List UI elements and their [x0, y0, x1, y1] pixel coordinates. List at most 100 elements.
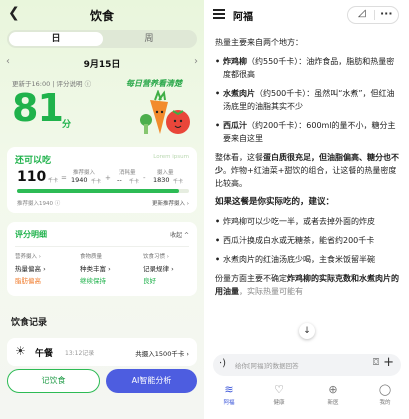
chat-input-bar[interactable]: ⋅) 给你[阿福]的数据回答 ⌼ +: [213, 354, 401, 376]
page-title: 饮食: [89, 9, 114, 23]
user-icon: ◯: [378, 383, 392, 396]
sun-icon: ☀: [15, 344, 26, 358]
chevron-right-icon[interactable]: ›: [194, 56, 198, 67]
recommended-value: 1940: [71, 176, 88, 184]
calorie-source-list: 炸鸡柳（约550千卡）：油炸食品，脂肪和热量密度都很高 水煮肉片（约500千卡）…: [215, 55, 401, 145]
section-title: 饮食记录: [11, 318, 48, 328]
chat-input-placeholder[interactable]: 给你[阿福]的数据回答: [235, 360, 299, 370]
column-status: 继续保持: [80, 277, 106, 285]
column-head: 营养摄入 ›: [15, 254, 41, 260]
column-value: 热量偏高 ›: [15, 265, 46, 273]
diet-score: 81: [12, 86, 64, 130]
chat-header: 阿福 ◿ ···: [205, 0, 409, 30]
divider: [15, 246, 189, 247]
current-date[interactable]: 9月15日: [0, 57, 204, 70]
ai-analysis-button[interactable]: AI智能分析: [106, 369, 197, 393]
meal-kcal: 共摄入1500千卡 ›: [135, 350, 189, 358]
summary-text: 。炸物+红油菜+甜饮的组合，让这餐的热量密度比较高。: [215, 166, 397, 188]
card-tag: Lorem ipsum: [153, 154, 189, 160]
calorie-progress-fill: [17, 189, 179, 193]
tab-day[interactable]: 日: [9, 32, 103, 46]
meal-time: 13:12记录: [65, 350, 95, 357]
message-summary: 整体看，这餐蛋白质很充足，但油脂偏高、糖分也不少。炸物+红油菜+甜饮的组合，让这…: [215, 151, 401, 190]
item-name: 西瓜汁: [223, 121, 247, 130]
meal-record-item[interactable]: ☀ 午餐 13:12记录 共摄入1500千卡 ›: [7, 338, 197, 366]
record-diet-button[interactable]: 记饮食: [7, 369, 100, 393]
nutrition-banner: 每日营养看清楚: [126, 79, 182, 88]
score-detail-card: 评分明细 收起 ^ 营养摄入 › 热量偏高 › 脂肪偏高 食物质量 种类丰富 ›…: [7, 222, 197, 296]
list-item: 炸鸡柳（约550千卡）：油炸食品，脂肪和热量密度都很高: [215, 55, 401, 81]
divider: [374, 10, 375, 20]
header-actions: ◿ ···: [347, 6, 399, 24]
plus-sign: +: [105, 174, 111, 182]
recommended-info[interactable]: 推荐摄入1940 ⓘ: [17, 199, 60, 207]
advice-list: 炸鸡柳可以少吃一半，或者去掉外面的炸皮 西瓜汁换成白水或无糖茶，能省约200千卡…: [215, 215, 401, 266]
chat-panel: 阿福 ◿ ··· 热量主要来自两个地方： 炸鸡柳（约550千卡）：油炸食品，脂肪…: [205, 0, 409, 419]
kcal-unit: 千卡: [91, 179, 102, 185]
message-intro: 热量主要来自两个地方：: [215, 38, 303, 47]
detail-column-quality[interactable]: 食物质量 种类丰富 › 继续保持: [80, 252, 138, 285]
burned-value: --: [117, 176, 122, 184]
burned-label: 消耗量: [119, 170, 136, 176]
intake-value: 1830: [153, 176, 170, 184]
bottom-tab-bar: ≋ 阿福 ♡ 健康 ⊕ 新医 ◯ 我的: [205, 382, 409, 419]
list-item: 炸鸡柳可以少吃一半，或者去掉外面的炸皮: [215, 215, 401, 228]
detail-column-nutrition[interactable]: 营养摄入 › 热量偏高 › 脂肪偏高: [15, 252, 73, 285]
period-segment: 日 周: [7, 30, 197, 48]
column-head: 饮食习惯 ›: [143, 254, 169, 260]
more-icon[interactable]: ···: [380, 7, 393, 20]
afu-icon: ≋: [224, 383, 234, 396]
column-status: 良好: [143, 277, 156, 285]
tab-health[interactable]: ♡ 健康: [259, 382, 299, 406]
card-title: 评分明细: [15, 230, 47, 239]
list-item: 西瓜汁（约200千卡）：600ml的量不小，糖分主要来自这里: [215, 119, 401, 145]
assistant-message: 热量主要来自两个地方： 炸鸡柳（约550千卡）：油炸食品，脂肪和热量密度都很高 …: [215, 36, 401, 304]
message-footer: 份量方面主要不确定炸鸡柳的实际克数和水煮肉片的用油量，实际热量可能有: [215, 272, 401, 298]
tab-label: 健康: [273, 400, 285, 406]
plus-icon[interactable]: +: [383, 355, 394, 370]
menu-icon[interactable]: [213, 9, 225, 19]
collapse-button[interactable]: 收起 ^: [170, 230, 189, 239]
kcal-unit: 千卡: [129, 179, 140, 185]
list-item: 水煮肉片的红油汤底少喝，主食米饭留半碗: [215, 253, 401, 266]
item-desc: （约200千卡）：600ml的量不小，糖分主要来自这里: [223, 121, 396, 143]
tab-afu[interactable]: ≋ 阿福: [209, 382, 249, 406]
heart-icon: ♡: [274, 383, 284, 396]
minus-sign: -: [143, 174, 146, 182]
kcal-unit: 千卡: [173, 179, 184, 185]
plus-circle-icon: ⊕: [328, 383, 338, 396]
vegetable-mascot-icon: [140, 90, 190, 134]
advice-title: 如果这餐是你实际吃的，建议：: [215, 197, 335, 207]
tab-mine[interactable]: ◯ 我的: [365, 382, 405, 406]
tab-label: 阿福: [223, 400, 235, 406]
tab-new-medical[interactable]: ⊕ 新医: [313, 382, 353, 406]
diet-header: ❮ 饮食: [0, 0, 204, 28]
equals-sign: =: [61, 174, 67, 182]
voice-wave-icon[interactable]: ⋅): [219, 358, 226, 369]
calorie-remaining-card: 还可以吃 Lorem ipsum 110 千卡 = 推荐摄入 1940 千卡 +…: [7, 147, 197, 213]
footer-text: ，实际热量可能有: [239, 287, 303, 296]
summary-text: 整体看，这餐: [215, 153, 263, 162]
kcal-unit: 千卡: [48, 178, 59, 184]
minimize-icon[interactable]: ◿: [358, 8, 366, 19]
column-status: 脂肪偏高: [15, 277, 41, 285]
item-desc: （约550千卡）：油炸食品，脂肪和热量密度都很高: [223, 57, 395, 79]
detail-column-habit[interactable]: 饮食习惯 › 记录规律 › 良好: [143, 252, 201, 285]
footer-text: 份量方面主要不确定: [215, 274, 287, 283]
card-title: 还可以吃: [15, 156, 52, 166]
tab-week[interactable]: 周: [103, 32, 195, 46]
recommended-label: 推荐摄入: [73, 170, 96, 176]
list-item: 西瓜汁换成白水或无糖茶，能省约200千卡: [215, 234, 401, 247]
column-value: 记录规律 ›: [143, 265, 174, 273]
update-recommended-link[interactable]: 更新推荐摄入 ›: [152, 199, 189, 207]
intake-label: 摄入量: [157, 170, 174, 176]
scroll-down-icon[interactable]: ↓: [299, 323, 315, 339]
meal-name: 午餐: [35, 349, 54, 359]
tab-label: 我的: [379, 400, 391, 406]
item-name: 炸鸡柳: [223, 57, 247, 66]
column-head: 食物质量: [80, 254, 103, 260]
score-unit: 分: [62, 120, 72, 130]
calorie-progress-bar: [17, 189, 189, 193]
camera-icon[interactable]: ⌼: [373, 357, 379, 368]
list-item: 水煮肉片（约500千卡）：虽然叫“水煮”，但红油汤底里的油脂其实不少: [215, 87, 401, 113]
